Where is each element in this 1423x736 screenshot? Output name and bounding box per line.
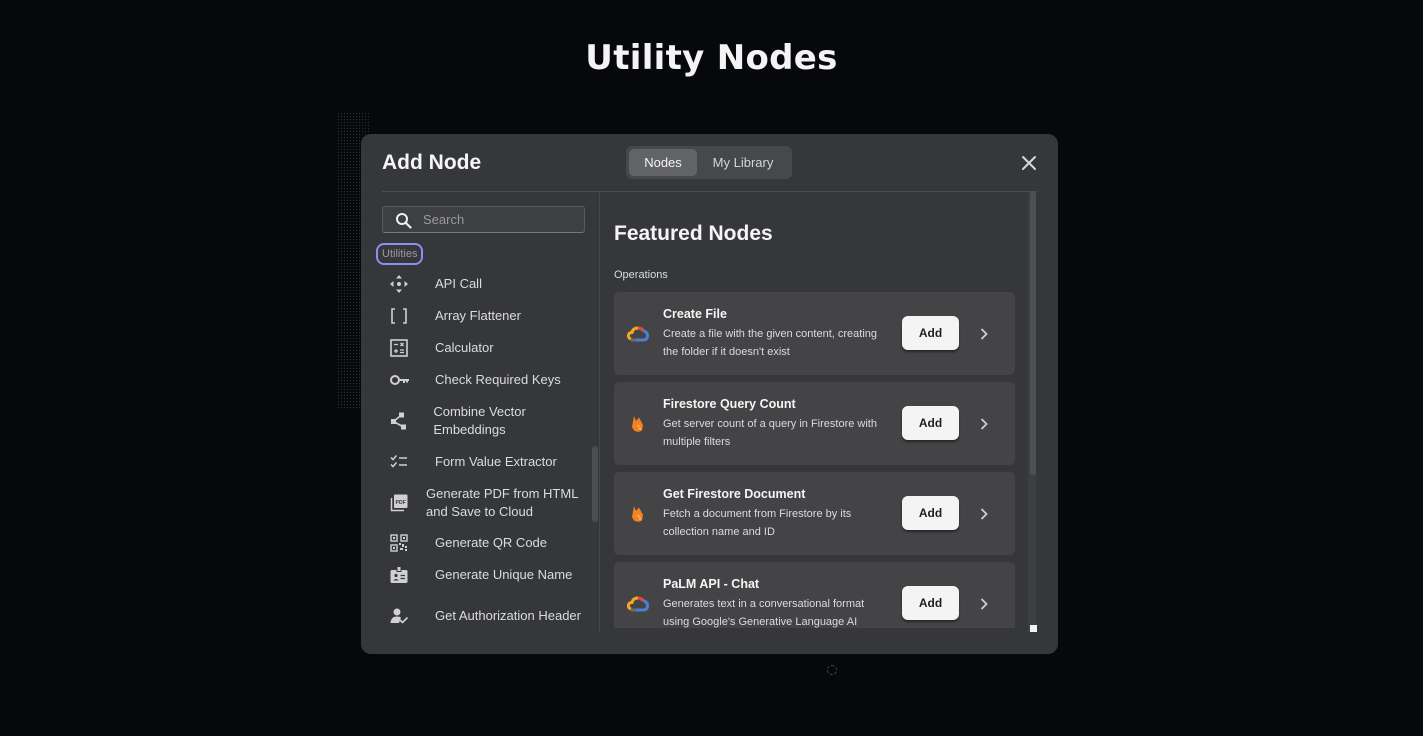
tab-nodes[interactable]: Nodes	[629, 149, 697, 176]
node-description: Create a file with the given content, cr…	[663, 328, 878, 358]
list-item-generate-pdf[interactable]: PDF Generate PDF from HTML and Save to C…	[382, 483, 592, 523]
pdf-icon: PDF	[382, 493, 409, 513]
category-chip-utilities[interactable]: Utilities	[376, 243, 424, 265]
add-button[interactable]: Add	[902, 316, 959, 350]
node-card-get-firestore-document[interactable]: Get Firestore Document Fetch a document …	[614, 472, 1015, 555]
node-title: Get Firestore Document	[663, 487, 806, 501]
chevron-right-icon[interactable]	[978, 327, 990, 341]
node-description: Generates text in a conversational forma…	[663, 598, 865, 628]
add-node-modal: Add Node Nodes My Library Utilities API …	[361, 134, 1058, 654]
node-card-create-file[interactable]: Create File Create a file with the given…	[614, 292, 1015, 375]
add-button[interactable]: Add	[902, 496, 959, 530]
id-badge-icon	[382, 565, 418, 585]
chevron-right-icon[interactable]	[978, 417, 990, 431]
close-button[interactable]	[1018, 152, 1040, 174]
google-cloud-icon	[627, 596, 649, 612]
list-item-form-value-extractor[interactable]: Form Value Extractor	[382, 451, 592, 473]
user-check-icon	[382, 606, 418, 626]
list-item-get-authorization-header[interactable]: Get Authorization Header	[382, 596, 592, 633]
list-item-check-required-keys[interactable]: Check Required Keys	[382, 369, 592, 391]
list-item-api-call[interactable]: API Call	[382, 273, 592, 295]
key-icon	[382, 370, 418, 390]
tab-my-library[interactable]: My Library	[697, 149, 789, 176]
modal-title: Add Node	[382, 151, 482, 174]
close-icon	[1022, 156, 1036, 170]
list-item-array-flattener[interactable]: Array Flattener	[382, 305, 592, 327]
node-card-firestore-query-count[interactable]: Firestore Query Count Get server count o…	[614, 382, 1015, 465]
loading-spinner-icon	[827, 665, 837, 675]
node-title: PaLM API - Chat	[663, 577, 760, 591]
resize-handle[interactable]	[1030, 625, 1037, 632]
firebase-icon	[632, 506, 643, 522]
section-label-operations: Operations	[614, 269, 668, 281]
tab-switcher: Nodes My Library	[626, 146, 792, 179]
featured-node-list: Create File Create a file with the given…	[614, 292, 1016, 628]
sidebar-scrollbar[interactable]	[592, 446, 598, 522]
firebase-icon	[632, 416, 643, 432]
brackets-icon	[382, 306, 418, 326]
panel-divider	[599, 192, 600, 632]
share-nodes-icon	[382, 411, 416, 431]
node-title: Firestore Query Count	[663, 397, 796, 411]
node-title: Create File	[663, 307, 727, 321]
node-card-palm-api-chat[interactable]: PaLM API - Chat Generates text in a conv…	[614, 562, 1015, 628]
add-button[interactable]: Add	[902, 586, 959, 620]
checklist-icon	[382, 452, 418, 472]
list-item-generate-qr-code[interactable]: Generate QR Code	[382, 532, 592, 554]
node-description: Get server count of a query in Firestore…	[663, 418, 877, 448]
svg-text:PDF: PDF	[396, 500, 406, 506]
google-cloud-icon	[627, 326, 649, 342]
move-arrows-icon	[382, 274, 418, 294]
calculator-icon	[382, 338, 418, 358]
header-divider	[382, 191, 1037, 192]
chevron-right-icon[interactable]	[978, 597, 990, 611]
add-button[interactable]: Add	[902, 406, 959, 440]
search-input[interactable]	[423, 207, 573, 232]
main-scrollbar-thumb[interactable]	[1030, 192, 1036, 475]
node-list: API Call Array Flattener Calculator Chec…	[382, 265, 592, 633]
list-item-calculator[interactable]: Calculator	[382, 337, 592, 359]
list-item-combine-vector-embeddings[interactable]: Combine Vector Embeddings	[382, 401, 592, 441]
search-icon	[396, 213, 412, 229]
node-description: Fetch a document from Firestore by its c…	[663, 508, 852, 538]
list-item-generate-unique-name[interactable]: Generate Unique Name	[382, 564, 592, 586]
qr-code-icon	[382, 533, 418, 553]
featured-nodes-title: Featured Nodes	[614, 222, 773, 245]
page-title: Utility Nodes	[585, 38, 838, 78]
chevron-right-icon[interactable]	[978, 507, 990, 521]
search-field[interactable]	[382, 206, 585, 233]
